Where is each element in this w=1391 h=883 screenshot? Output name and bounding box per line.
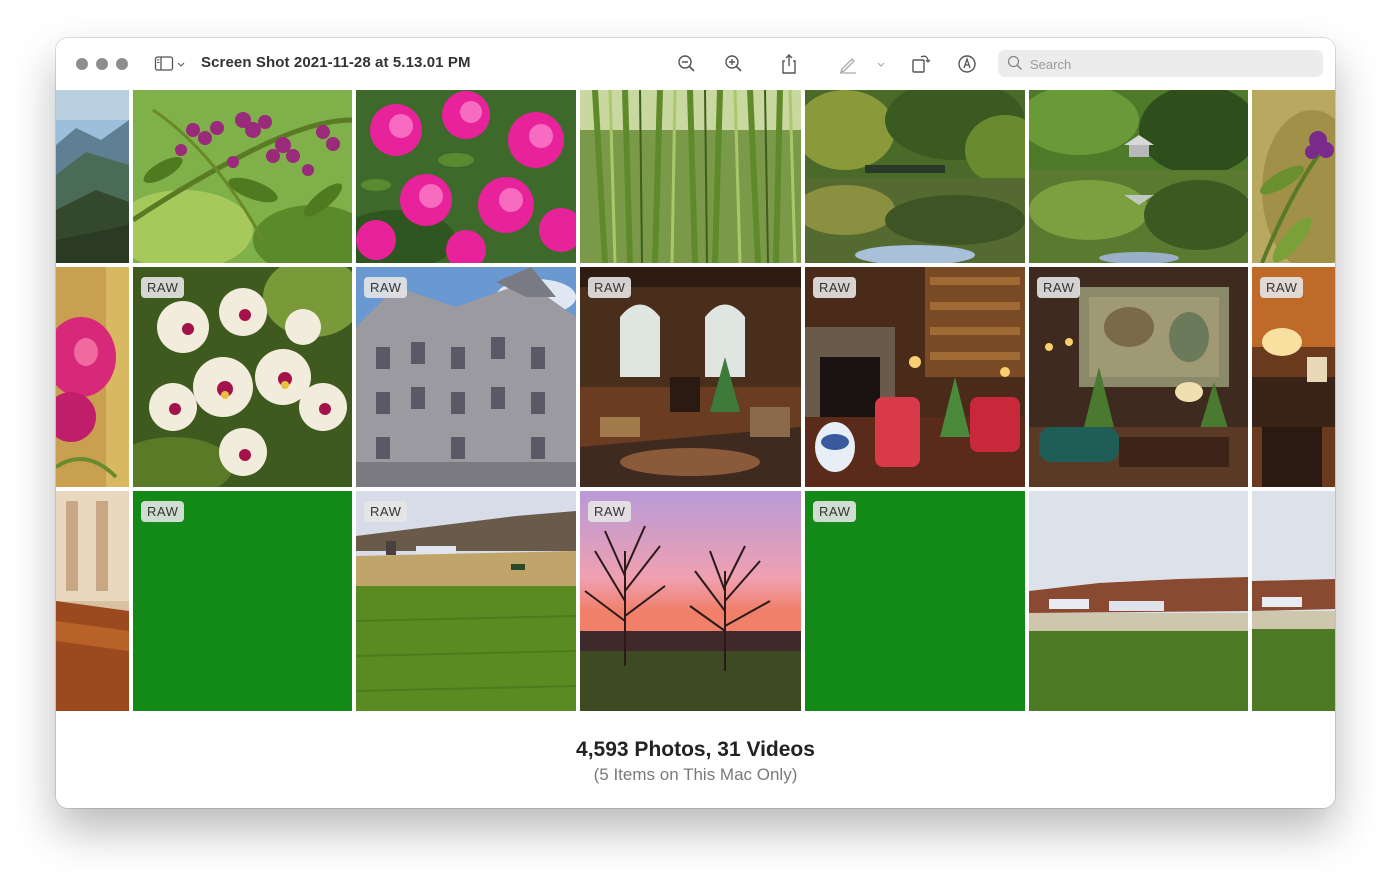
photo-pink-azaleas <box>356 90 576 263</box>
photo-tile[interactable] <box>1252 90 1335 263</box>
photo-white-orchids <box>133 267 352 487</box>
photo-castle-facade <box>356 267 576 487</box>
photo-lamp-desk-room <box>1252 267 1335 487</box>
search-input[interactable] <box>1028 54 1317 75</box>
markup-menu-button[interactable] <box>874 52 888 76</box>
photo-tile[interactable]: RAW <box>133 267 352 487</box>
sidebar-toggle-button[interactable] <box>154 54 192 74</box>
photos-window: Screen Shot 2021-11-28 at 5.13.01 PM Sea… <box>56 38 1335 808</box>
annotate-icon <box>958 55 976 73</box>
library-summary: 4,593 Photos, 31 Videos (5 Items on This… <box>56 711 1335 808</box>
zoom-out-button[interactable] <box>675 52 699 76</box>
photo-mansion-interior <box>580 267 801 487</box>
photo-tile[interactable]: RAW <box>133 491 352 711</box>
zoom-button[interactable] <box>116 58 128 70</box>
photo-farm-field <box>356 491 576 711</box>
photo-bamboo-forest <box>580 90 801 263</box>
raw-badge: RAW <box>1260 277 1304 298</box>
photo-sunset-trees <box>580 491 801 711</box>
photo-library-fireplace <box>805 267 1025 487</box>
rotate-button[interactable] <box>909 52 933 76</box>
raw-badge: RAW <box>1037 277 1081 298</box>
share-icon <box>782 54 796 74</box>
photo-tile[interactable]: RAW <box>1029 267 1248 487</box>
photo-tile[interactable]: RAW <box>1252 267 1335 487</box>
annotate-button[interactable] <box>955 52 979 76</box>
search-icon <box>1007 55 1023 71</box>
raw-badge: RAW <box>588 277 632 298</box>
photo-tile[interactable] <box>56 90 129 263</box>
photo-tile[interactable]: RAW <box>356 267 576 487</box>
photo-tile[interactable]: RAW <box>580 267 801 487</box>
photo-farm-field-wide <box>1029 491 1248 711</box>
photo-tile[interactable] <box>1252 491 1335 711</box>
chevron-down-icon <box>877 62 885 67</box>
share-button[interactable] <box>777 52 801 76</box>
photo-tile[interactable]: RAW <box>805 491 1025 711</box>
photo-tile[interactable] <box>580 90 801 263</box>
photo-tile[interactable]: RAW <box>805 267 1025 487</box>
raw-badge: RAW <box>588 501 632 522</box>
sidebar-icon <box>154 56 185 71</box>
photo-tile[interactable] <box>356 90 576 263</box>
photo-pond-reflection-bridge <box>805 90 1025 263</box>
local-items-note: (5 Items on This Mac Only) <box>593 765 798 784</box>
photo-tile[interactable] <box>133 90 352 263</box>
photo-pink-orchid <box>56 267 129 487</box>
photo-tile[interactable]: RAW <box>580 491 801 711</box>
photo-mountain-landscape <box>56 90 129 263</box>
photo-tile[interactable]: RAW <box>356 491 576 711</box>
photo-purple-flower-closeup <box>1252 90 1335 263</box>
photo-tapestry-room <box>1029 267 1248 487</box>
photo-tile[interactable] <box>56 267 129 487</box>
zoom-out-icon <box>678 55 695 72</box>
photo-tile[interactable] <box>1029 491 1248 711</box>
photo-purple-berries <box>133 90 352 263</box>
photo-tile[interactable] <box>56 491 129 711</box>
photo-tile[interactable] <box>1029 90 1248 263</box>
markup-button[interactable] <box>836 52 860 76</box>
photo-tile[interactable] <box>805 90 1025 263</box>
photo-farm-field-edge <box>1252 491 1335 711</box>
raw-badge: RAW <box>813 501 857 522</box>
item-count: 4,593 Photos, 31 Videos <box>576 738 815 761</box>
photo-hallway-wood-floor <box>56 491 129 711</box>
rotate-icon <box>912 55 931 73</box>
photo-pond-reflection-gazebo <box>1029 90 1248 263</box>
photo-grid: RAW RAW RAW RAW RAW RAW RAW RAW RAW RAW <box>56 90 1335 711</box>
raw-badge: RAW <box>364 501 408 522</box>
raw-badge: RAW <box>141 501 185 522</box>
raw-badge: RAW <box>364 277 408 298</box>
zoom-in-button[interactable] <box>722 52 746 76</box>
minimize-button[interactable] <box>96 58 108 70</box>
raw-badge: RAW <box>141 277 185 298</box>
window-title: Screen Shot 2021-11-28 at 5.13.01 PM <box>201 54 471 71</box>
markup-pen-icon <box>839 58 856 74</box>
close-button[interactable] <box>76 58 88 70</box>
raw-badge: RAW <box>813 277 857 298</box>
search-field[interactable] <box>998 50 1323 77</box>
zoom-in-icon <box>725 55 742 72</box>
toolbar: Screen Shot 2021-11-28 at 5.13.01 PM <box>56 38 1335 90</box>
